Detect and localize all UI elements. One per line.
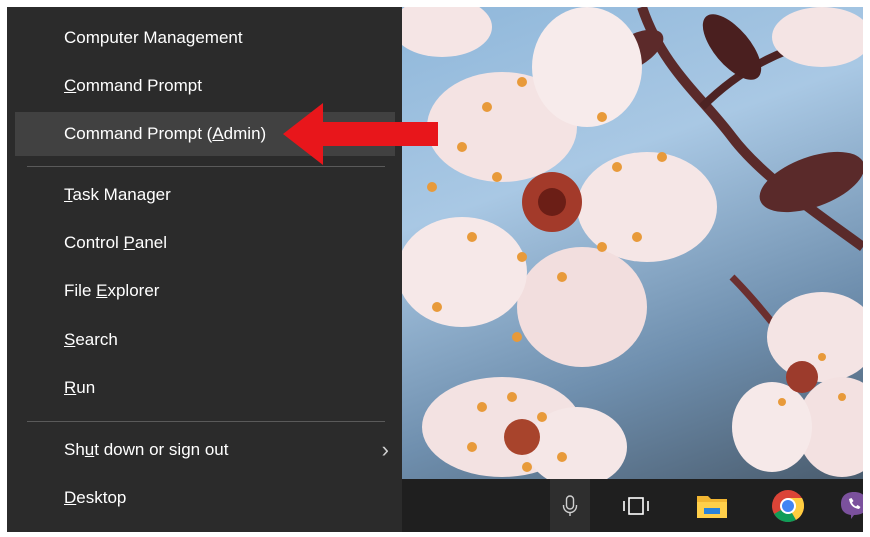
task-view-icon	[623, 496, 649, 515]
chrome-icon	[772, 489, 805, 522]
image-border	[863, 0, 870, 537]
winx-quick-link-menu: Computer Management Command Prompt Command…	[7, 7, 402, 532]
taskbar	[402, 479, 867, 532]
red-arrow-annotation	[283, 103, 438, 165]
menu-item-label: Run	[64, 378, 96, 397]
menu-item-label: Command Prompt	[64, 76, 202, 95]
desktop-wallpaper	[402, 7, 863, 479]
menu-item-label: Desktop	[64, 488, 127, 507]
menu-separator	[27, 421, 385, 422]
chrome-taskbar-button[interactable]	[760, 479, 816, 532]
menu-item-label: Task Manager	[64, 185, 171, 204]
menu-item-control-panel[interactable]: Control Panel	[15, 221, 395, 265]
menu-item-task-manager[interactable]: Task Manager	[15, 173, 395, 217]
menu-item-file-explorer[interactable]: File Explorer	[15, 269, 395, 313]
menu-item-label: Shut down or sign out	[64, 440, 229, 459]
menu-separator	[27, 166, 385, 167]
menu-item-label: Search	[64, 330, 118, 349]
menu-item-shut-down-or-sign-out[interactable]: Shut down or sign out ›	[15, 428, 395, 472]
menu-item-label: Control Panel	[64, 233, 168, 252]
microphone-icon	[562, 494, 578, 516]
file-explorer-icon	[697, 495, 727, 518]
file-explorer-taskbar-button[interactable]	[684, 479, 740, 532]
menu-item-computer-management[interactable]: Computer Management	[15, 16, 395, 60]
menu-item-search[interactable]: Search	[15, 318, 395, 362]
chevron-right-icon: ›	[381, 437, 389, 462]
cortana-microphone-button[interactable]	[550, 479, 590, 532]
task-view-button[interactable]	[608, 479, 664, 532]
menu-item-label: Command Prompt (Admin)	[64, 124, 267, 143]
menu-item-run[interactable]: Run	[15, 366, 395, 410]
menu-item-desktop[interactable]: Desktop	[15, 476, 395, 520]
menu-item-command-prompt[interactable]: Command Prompt	[15, 64, 395, 108]
menu-item-label: Computer Management	[64, 28, 243, 47]
menu-item-label: File Explorer	[64, 281, 160, 300]
